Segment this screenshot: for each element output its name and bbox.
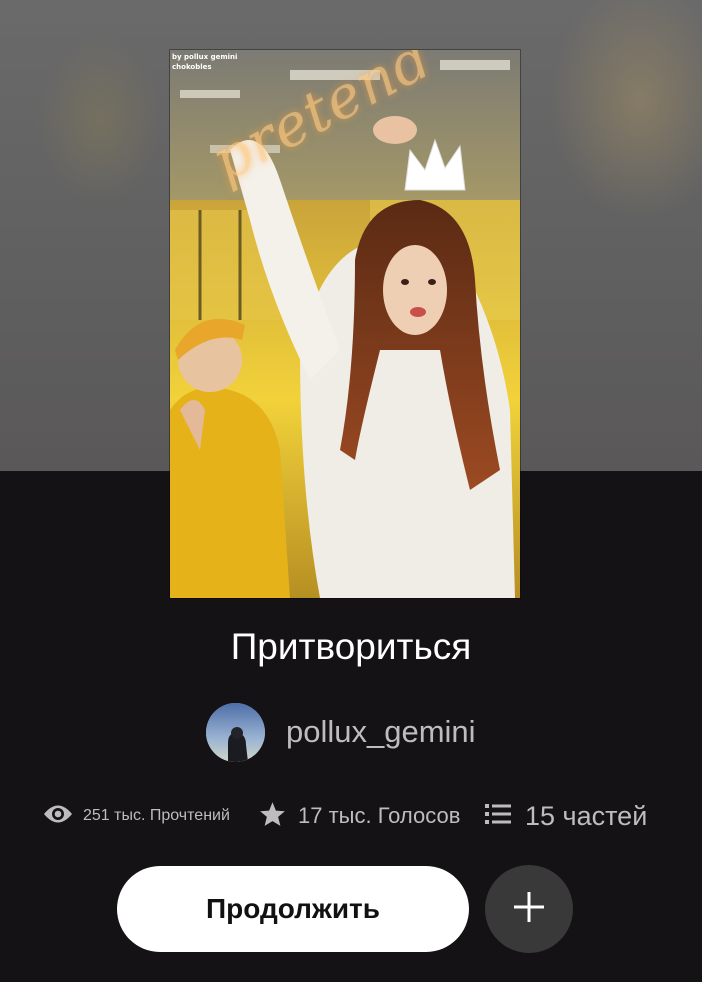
parts-stat[interactable]: 15 частей [485,797,647,835]
cover-credit-author: by pollux gemini [172,53,238,61]
author-link[interactable]: pollux_gemini [206,702,476,762]
story-title: Притвориться [230,626,472,667]
list-icon [485,803,511,830]
reads-stat: 251 тыс. Прочтений [43,797,230,835]
votes-count: 17 тыс. Голосов [298,803,461,828]
author-name[interactable]: pollux_gemini [286,713,476,751]
star-icon [259,801,286,832]
eye-icon [43,803,73,830]
add-to-library-button[interactable] [485,865,573,953]
continue-reading-button[interactable]: Продолжить [117,866,469,952]
votes-stat: 17 тыс. Голосов [259,797,460,835]
avatar-image [206,702,265,762]
parts-count: 15 частей [525,800,648,831]
reads-count: 251 тыс. Прочтений [83,807,230,824]
story-cover-image[interactable]: by pollux gemini chokobles pretend [170,50,520,598]
plus-icon [512,890,546,929]
cover-credit-designer: chokobles [172,63,212,71]
author-avatar[interactable] [206,702,265,762]
